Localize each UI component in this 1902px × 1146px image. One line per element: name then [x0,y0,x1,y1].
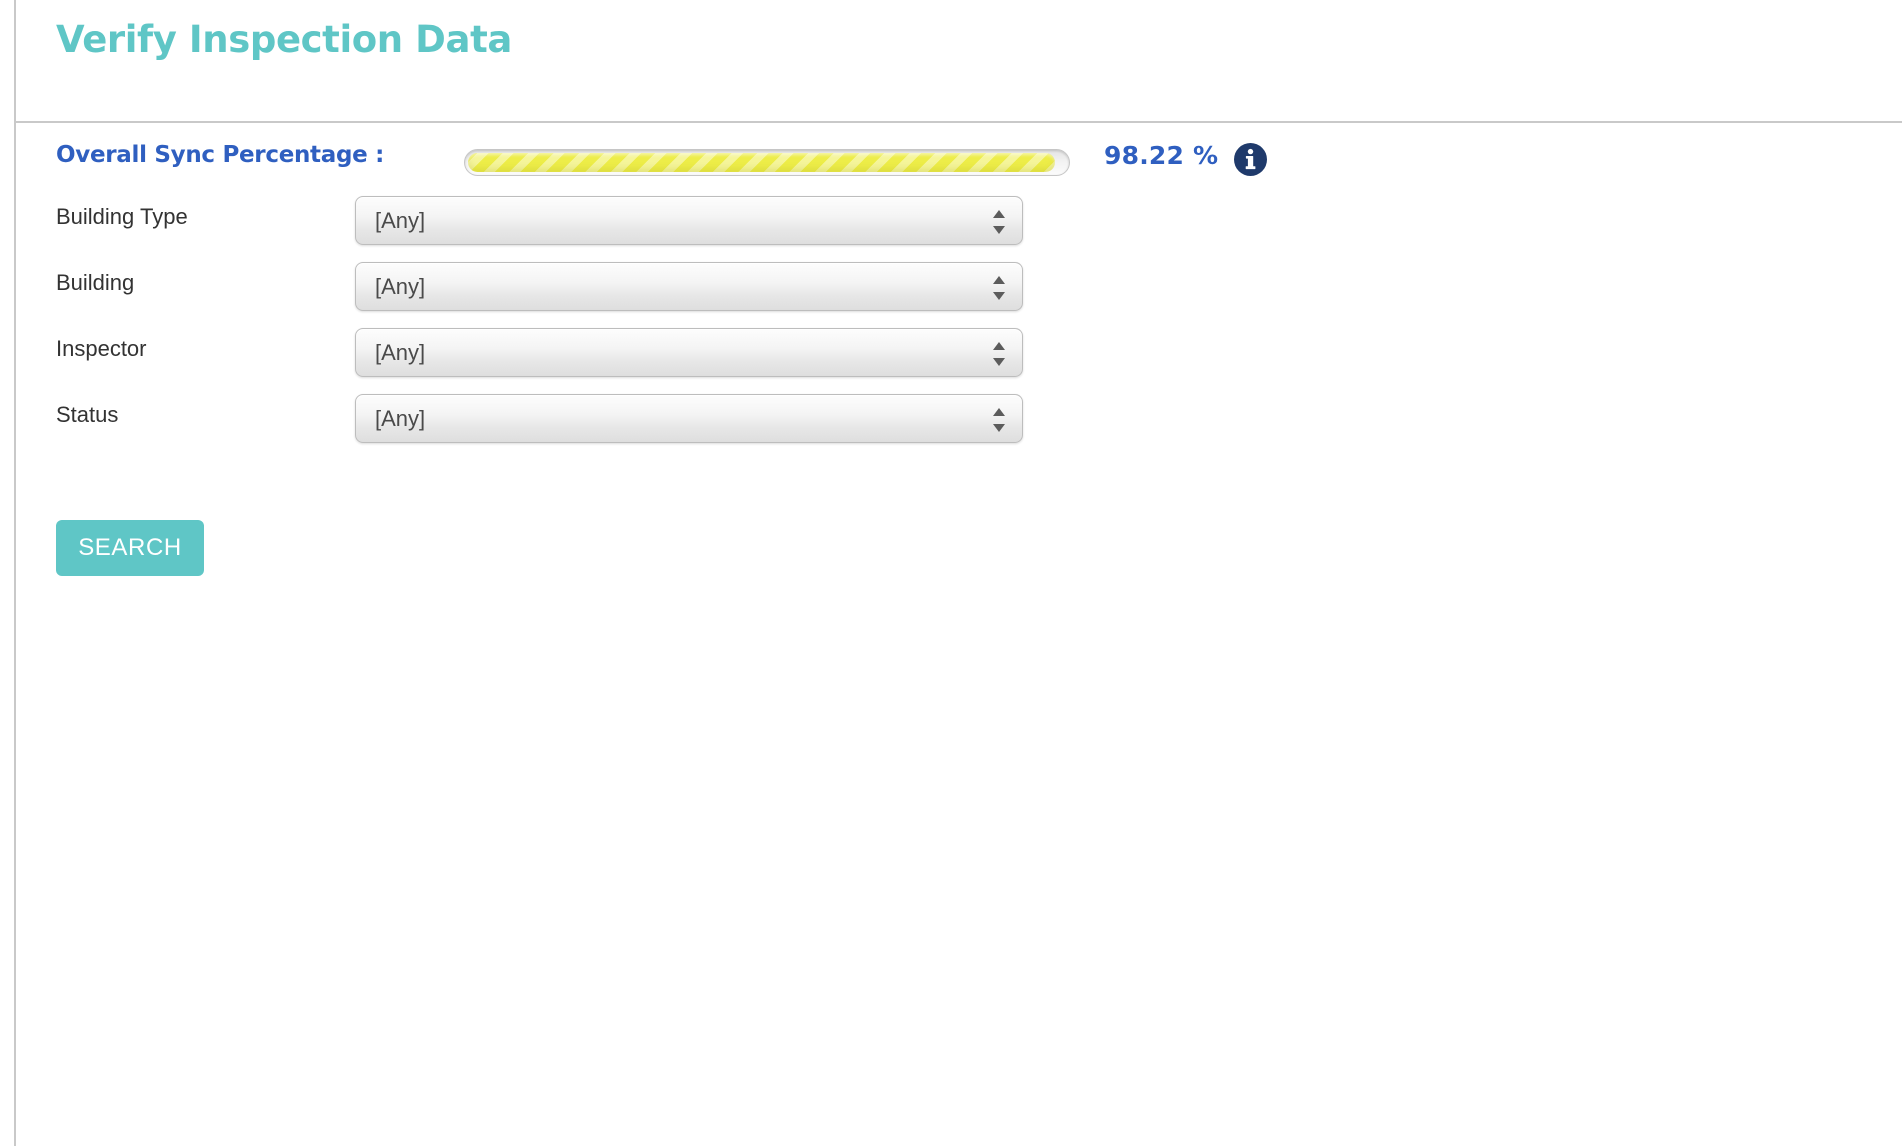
info-circle-icon[interactable] [1234,143,1267,176]
select-inspector-value: [Any] [375,340,426,365]
chevron-updown-icon [993,406,1006,434]
chevron-updown-icon [993,274,1006,302]
page-title: Verify Inspection Data [56,18,512,61]
form-row-inspector: Inspector [Any] [0,322,1902,388]
select-building-type-value: [Any] [375,208,426,233]
sync-progress-fill [468,153,1056,172]
form-row-building: Building [Any] [0,256,1902,322]
page-frame: Verify Inspection Data Overall Sync Perc… [0,0,1902,1146]
select-status[interactable]: [Any] [355,394,1023,443]
label-inspector: Inspector [56,336,147,361]
select-building[interactable]: [Any] [355,262,1023,311]
overall-sync-row: Overall Sync Percentage : 98.22 % [0,124,1902,190]
sync-progress-bar [464,149,1070,176]
select-building-type[interactable]: [Any] [355,196,1023,245]
select-status-value: [Any] [375,406,426,431]
chevron-updown-icon [993,340,1006,368]
select-building-box[interactable]: [Any] [355,262,1023,311]
overall-sync-label: Overall Sync Percentage : [56,142,385,168]
sync-percentage-value: 98.22 % [1104,141,1219,170]
select-inspector[interactable]: [Any] [355,328,1023,377]
form-row-status: Status [Any] [0,388,1902,454]
search-button[interactable]: SEARCH [56,520,204,576]
chevron-updown-icon [993,208,1006,236]
search-filter-form: Building Type [Any] Building [Any] Inspe… [0,190,1902,454]
select-status-box[interactable]: [Any] [355,394,1023,443]
label-building-type: Building Type [56,204,188,229]
select-building-type-box[interactable]: [Any] [355,196,1023,245]
label-status: Status [56,402,119,427]
header-divider [16,121,1902,123]
label-building: Building [56,270,135,295]
page-header: Verify Inspection Data [16,0,1902,122]
select-inspector-box[interactable]: [Any] [355,328,1023,377]
select-building-value: [Any] [375,274,426,299]
form-row-building-type: Building Type [Any] [0,190,1902,256]
